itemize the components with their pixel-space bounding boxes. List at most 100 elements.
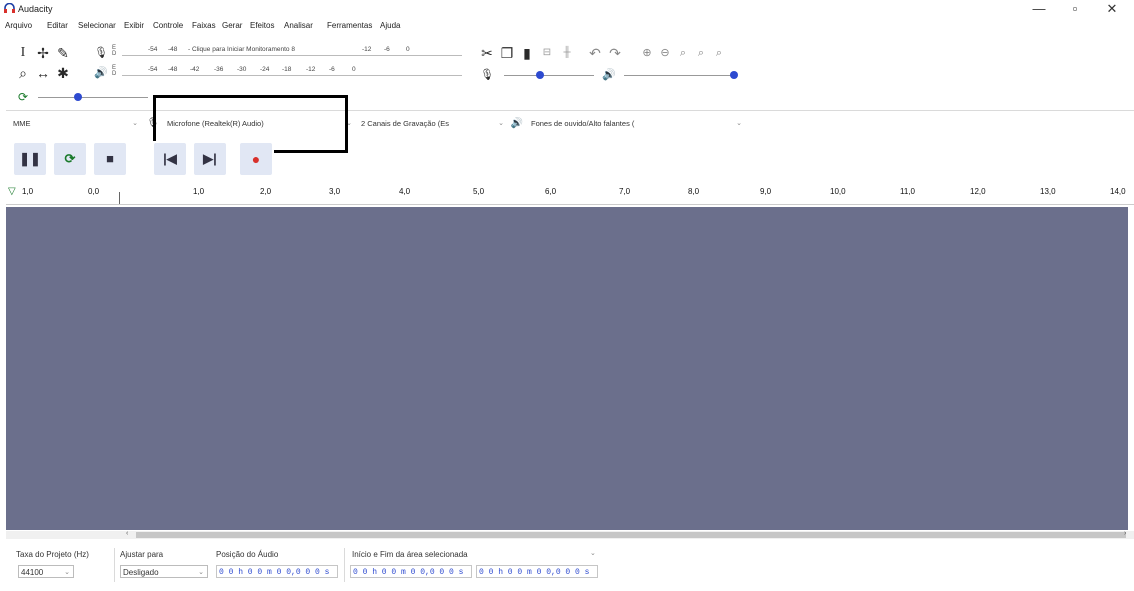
input-volume-slider[interactable] — [504, 75, 594, 76]
play-at-speed-icon[interactable]: ⟳ — [14, 88, 32, 106]
ruler-label: 3,0 — [329, 187, 341, 196]
silence-icon[interactable]: ╫ — [558, 44, 576, 62]
input-volume-thumb[interactable] — [536, 71, 544, 79]
pause-button[interactable]: ❚❚ — [14, 143, 46, 175]
record-tick: 0 — [406, 46, 410, 53]
input-volume-icon: 🎙 — [480, 69, 494, 81]
menu-editar[interactable]: Editar — [47, 21, 68, 30]
record-meter-lr: E D — [112, 45, 117, 57]
speaker-icon: 🔊 — [510, 118, 524, 129]
menu-faixas[interactable]: Faixas — [192, 21, 216, 30]
horizontal-scrollbar[interactable]: ‹ › — [6, 530, 1134, 539]
playhead-marker — [119, 192, 120, 204]
audio-position-field[interactable]: 0 0 h 0 0 m 0 0,0 0 0 s — [216, 565, 338, 578]
snap-to-value: Desligado — [123, 568, 159, 577]
record-button[interactable]: ● — [240, 143, 272, 175]
skip-to-start-button[interactable]: |◀ — [154, 143, 186, 175]
project-rate-label: Taxa do Projeto (Hz) — [16, 550, 89, 559]
timeline-options-icon[interactable]: ▽ — [8, 186, 16, 197]
redo-icon[interactable]: ↷ — [606, 44, 624, 62]
channels-dropdown[interactable]: 2 Canais de Gravação (Es ⌄ — [358, 116, 506, 132]
scrollbar-thumb[interactable] — [136, 532, 1126, 538]
scroll-right-icon[interactable]: › — [1124, 530, 1126, 537]
selection-end-field[interactable]: 0 0 h 0 0 m 0 0,0 0 0 s — [476, 565, 598, 578]
microphone-icon[interactable]: 🎙 — [92, 44, 110, 62]
menu-selecionar[interactable]: Selecionar — [78, 21, 116, 30]
record-monitor-hint[interactable]: - Clique para Iniciar Monitoramento 8 — [188, 46, 295, 53]
selection-start-field[interactable]: 0 0 h 0 0 m 0 0,0 0 0 s — [350, 565, 472, 578]
window-title: Audacity — [18, 4, 53, 14]
ruler-label: 13,0 — [1040, 187, 1056, 196]
minimize-button[interactable]: — — [1022, 0, 1056, 18]
time-shift-tool-icon[interactable]: ↔ — [34, 64, 52, 82]
play-at-speed-toolbar: ⟳ — [14, 88, 154, 106]
menu-controle[interactable]: Controle — [153, 21, 183, 30]
menu-analisar[interactable]: Analisar — [284, 21, 313, 30]
stop-button[interactable]: ■ — [94, 143, 126, 175]
speed-slider[interactable] — [38, 97, 148, 98]
play-tick: -48 — [168, 66, 178, 73]
audio-host-dropdown[interactable]: MME ⌄ — [10, 116, 140, 132]
channels-value: 2 Canais de Gravação (Es — [361, 119, 449, 128]
ruler-label: 12,0 — [970, 187, 986, 196]
zoom-in-icon[interactable]: ⊕ — [638, 44, 656, 62]
menu-gerar[interactable]: Gerar — [222, 21, 242, 30]
output-device-dropdown[interactable]: Fones de ouvido/Alto falantes (⌄ — [528, 116, 744, 132]
maximize-button[interactable]: ▫ — [1058, 0, 1092, 18]
zoom-toggle-icon[interactable]: ⌕ — [710, 44, 728, 62]
fit-selection-icon[interactable]: ⌕ — [674, 44, 692, 62]
ruler-label: 0,0 — [88, 187, 100, 196]
chevron-down-icon: ⌄ — [64, 569, 70, 576]
play-button[interactable]: ⟳ — [54, 143, 86, 175]
output-volume-thumb[interactable] — [730, 71, 738, 79]
edit-toolbar: ✂ ❐ ▮ ⊟ ╫ ↶ ↷ ⊕ ⊖ ⌕ ⌕ ⌕ — [478, 44, 778, 64]
paste-icon[interactable]: ▮ — [518, 44, 536, 62]
selection-label: Início e Fim da área selecionada — [352, 550, 468, 559]
zoom-out-icon[interactable]: ⊖ — [656, 44, 674, 62]
trim-icon[interactable]: ⊟ — [538, 44, 556, 62]
play-tick: -6 — [329, 66, 335, 73]
ruler-label: 2,0 — [260, 187, 272, 196]
speaker-icon[interactable]: 🔊 — [92, 64, 110, 82]
output-volume-slider[interactable] — [624, 75, 734, 76]
close-button[interactable]: ✕ — [1095, 0, 1129, 18]
device-toolbar: MME ⌄ 🎙 Microfone (Realtek(R) Audio) ⌄ 2 C… — [6, 115, 766, 133]
speed-thumb[interactable] — [74, 93, 82, 101]
project-rate-dropdown[interactable]: 44100 ⌄ — [18, 565, 74, 578]
chevron-down-icon[interactable]: ⌄ — [590, 549, 596, 557]
transport-toolbar: ❚❚ ⟳ ■ |◀ ▶| ● — [14, 141, 274, 177]
ruler-label: 4,0 — [399, 187, 411, 196]
copy-icon[interactable]: ❐ — [498, 44, 516, 62]
fit-project-icon[interactable]: ⌕ — [692, 44, 710, 62]
ruler-label: 7,0 — [619, 187, 631, 196]
undo-icon[interactable]: ↶ — [586, 44, 604, 62]
ruler-label: 9,0 — [760, 187, 772, 196]
play-tick: -24 — [260, 66, 270, 73]
snap-to-dropdown[interactable]: Desligado ⌄ — [120, 565, 208, 578]
menu-arquivo[interactable]: Arquivo — [5, 21, 32, 30]
skip-to-end-button[interactable]: ▶| — [194, 143, 226, 175]
record-meter[interactable]: -54 -48 - Clique para Iniciar Monitorame… — [122, 46, 462, 60]
ruler-label: 10,0 — [830, 187, 846, 196]
menu-ferramentas[interactable]: Ferramentas — [327, 21, 372, 30]
selection-tool-icon[interactable]: I — [14, 44, 32, 62]
scroll-left-icon[interactable]: ‹ — [126, 530, 128, 537]
menu-exibir[interactable]: Exibir — [124, 21, 144, 30]
menu-efeitos[interactable]: Efeitos — [250, 21, 274, 30]
multi-tool-icon[interactable]: ✱ — [54, 64, 72, 82]
timeline-ruler[interactable]: ▽ 1,0 0,0 1,0 2,0 3,0 4,0 5,0 6,0 7,0 8,… — [6, 183, 1134, 205]
play-tick: -54 — [148, 66, 158, 73]
play-meter-lr: E D — [112, 65, 117, 77]
play-meter[interactable]: -54 -48 -42 -36 -30 -24 -18 -12 -6 0 — [122, 66, 462, 80]
track-area[interactable] — [6, 207, 1128, 530]
menu-ajuda[interactable]: Ajuda — [380, 21, 400, 30]
envelope-tool-icon[interactable]: ✢ — [34, 44, 52, 62]
zoom-tool-icon[interactable]: ⌕ — [14, 64, 32, 82]
record-tick: -54 — [148, 46, 158, 53]
cut-icon[interactable]: ✂ — [478, 44, 496, 62]
audio-position-label: Posição do Áudio — [216, 550, 279, 559]
draw-tool-icon[interactable]: ✎ — [54, 44, 72, 62]
title-bar: Audacity — ▫ ✕ — [0, 0, 1134, 18]
ruler-label: 14,0 — [1110, 187, 1126, 196]
ruler-label: 6,0 — [545, 187, 557, 196]
